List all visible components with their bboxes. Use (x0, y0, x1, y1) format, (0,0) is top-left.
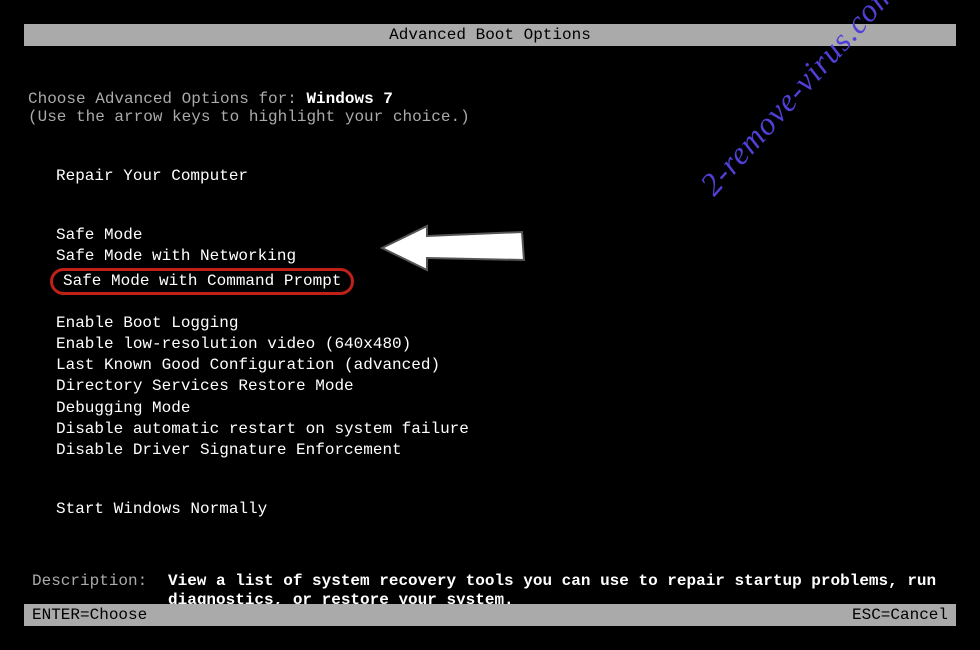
option-label: Debugging Mode (50, 398, 196, 419)
choose-prefix: Choose Advanced Options for: (28, 90, 306, 108)
options-section: Repair Your Computer Safe Mode Safe Mode… (28, 166, 952, 520)
title-bar: Advanced Boot Options (24, 24, 956, 46)
menu-item-low-res[interactable]: Enable low-resolution video (640x480) (50, 334, 952, 355)
option-label: Repair Your Computer (50, 166, 254, 187)
os-name: Windows 7 (306, 90, 392, 108)
option-label: Directory Services Restore Mode (50, 376, 360, 397)
option-label: Start Windows Normally (50, 499, 273, 520)
menu-item-safe-mode[interactable]: Safe Mode (50, 225, 952, 246)
highlighted-option: Safe Mode with Command Prompt (50, 268, 354, 295)
footer-esc: ESC=Cancel (852, 606, 948, 624)
title-text: Advanced Boot Options (389, 26, 591, 44)
menu-item-safe-mode-cmd[interactable]: Safe Mode with Command Prompt (50, 268, 952, 295)
option-label: Last Known Good Configuration (advanced) (50, 355, 446, 376)
menu-item-last-known-good[interactable]: Last Known Good Configuration (advanced) (50, 355, 952, 376)
option-label: Safe Mode with Networking (50, 246, 302, 267)
option-label: Disable Driver Signature Enforcement (50, 440, 408, 461)
menu-item-safe-mode-networking[interactable]: Safe Mode with Networking (50, 246, 952, 267)
option-label: Safe Mode (50, 225, 148, 246)
menu-item-boot-logging[interactable]: Enable Boot Logging (50, 313, 952, 334)
option-label: Enable Boot Logging (50, 313, 244, 334)
choose-line: Choose Advanced Options for: Windows 7 (28, 90, 952, 108)
menu-item-directory-services[interactable]: Directory Services Restore Mode (50, 376, 952, 397)
option-label: Enable low-resolution video (640x480) (50, 334, 417, 355)
menu-item-debugging[interactable]: Debugging Mode (50, 398, 952, 419)
footer-bar: ENTER=Choose ESC=Cancel (24, 604, 956, 626)
boot-screen: Advanced Boot Options Choose Advanced Op… (24, 24, 956, 626)
menu-item-disable-restart[interactable]: Disable automatic restart on system fail… (50, 419, 952, 440)
menu-item-start-normally[interactable]: Start Windows Normally (50, 499, 952, 520)
footer-enter: ENTER=Choose (32, 606, 147, 624)
menu-item-repair[interactable]: Repair Your Computer (50, 166, 952, 187)
content-area: Choose Advanced Options for: Windows 7 (… (24, 46, 956, 619)
hint-line: (Use the arrow keys to highlight your ch… (28, 108, 952, 126)
menu-item-disable-driver-sig[interactable]: Disable Driver Signature Enforcement (50, 440, 952, 461)
option-label: Disable automatic restart on system fail… (50, 419, 475, 440)
